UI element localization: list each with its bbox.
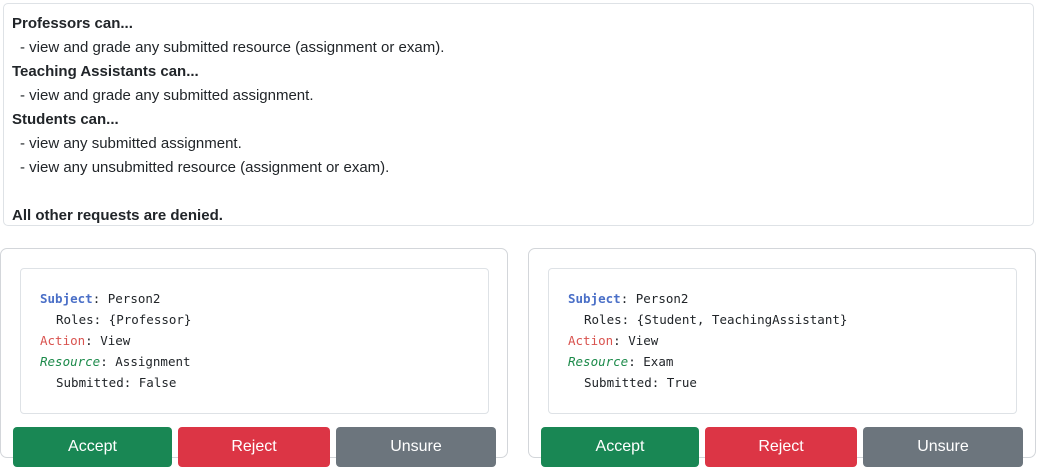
request-card-1: Subject: Person2 Roles: {Professor} Acti… xyxy=(0,248,508,467)
request-card-2: Subject: Person2 Roles: {Student, Teachi… xyxy=(528,248,1036,467)
subject-line: Subject: Person2 xyxy=(568,288,1016,309)
subject-value: : Person2 xyxy=(620,291,689,306)
action-line: Action: View xyxy=(568,330,1016,351)
action-line: Action: View xyxy=(40,330,488,351)
action-key: Action xyxy=(40,333,86,348)
roles-line: Roles: {Student, TeachingAssistant} xyxy=(584,312,848,327)
reject-button[interactable]: Reject xyxy=(178,427,330,467)
request-details-2: Subject: Person2 Roles: {Student, Teachi… xyxy=(548,268,1017,414)
action-value: : View xyxy=(613,333,659,348)
action-key: Action xyxy=(568,333,614,348)
students-heading: Students can... xyxy=(12,111,119,128)
teaching-assistants-rule-1: - view and grade any submitted assignmen… xyxy=(20,87,314,104)
action-value: : View xyxy=(85,333,131,348)
default-deny-note: All other requests are denied. xyxy=(12,207,223,224)
unsure-button[interactable]: Unsure xyxy=(336,427,496,467)
resource-line: Resource: Exam xyxy=(568,351,1016,372)
submitted-line: Submitted: False xyxy=(56,375,177,390)
subject-key: Subject xyxy=(40,291,93,306)
request-details-1: Subject: Person2 Roles: {Professor} Acti… xyxy=(20,268,489,414)
accept-button[interactable]: Accept xyxy=(13,427,172,467)
unsure-button[interactable]: Unsure xyxy=(863,427,1023,467)
professors-heading: Professors can... xyxy=(12,15,133,32)
resource-key: Resource xyxy=(40,354,101,369)
reject-button[interactable]: Reject xyxy=(705,427,857,467)
policy-rules-panel: Professors can... - view and grade any s… xyxy=(3,3,1034,226)
subject-value: : Person2 xyxy=(92,291,161,306)
students-rule-1: - view any submitted assignment. xyxy=(20,135,242,152)
subject-line: Subject: Person2 xyxy=(40,288,488,309)
teaching-assistants-heading: Teaching Assistants can... xyxy=(12,63,199,80)
resource-value: : Exam xyxy=(628,354,674,369)
students-rule-2: - view any unsubmitted resource (assignm… xyxy=(20,159,390,176)
roles-line: Roles: {Professor} xyxy=(56,312,192,327)
professors-rule-1: - view and grade any submitted resource … xyxy=(20,39,445,56)
resource-value: : Assignment xyxy=(100,354,191,369)
subject-key: Subject xyxy=(568,291,621,306)
accept-button[interactable]: Accept xyxy=(541,427,699,467)
resource-line: Resource: Assignment xyxy=(40,351,488,372)
submitted-line: Submitted: True xyxy=(584,375,697,390)
resource-key: Resource xyxy=(568,354,629,369)
